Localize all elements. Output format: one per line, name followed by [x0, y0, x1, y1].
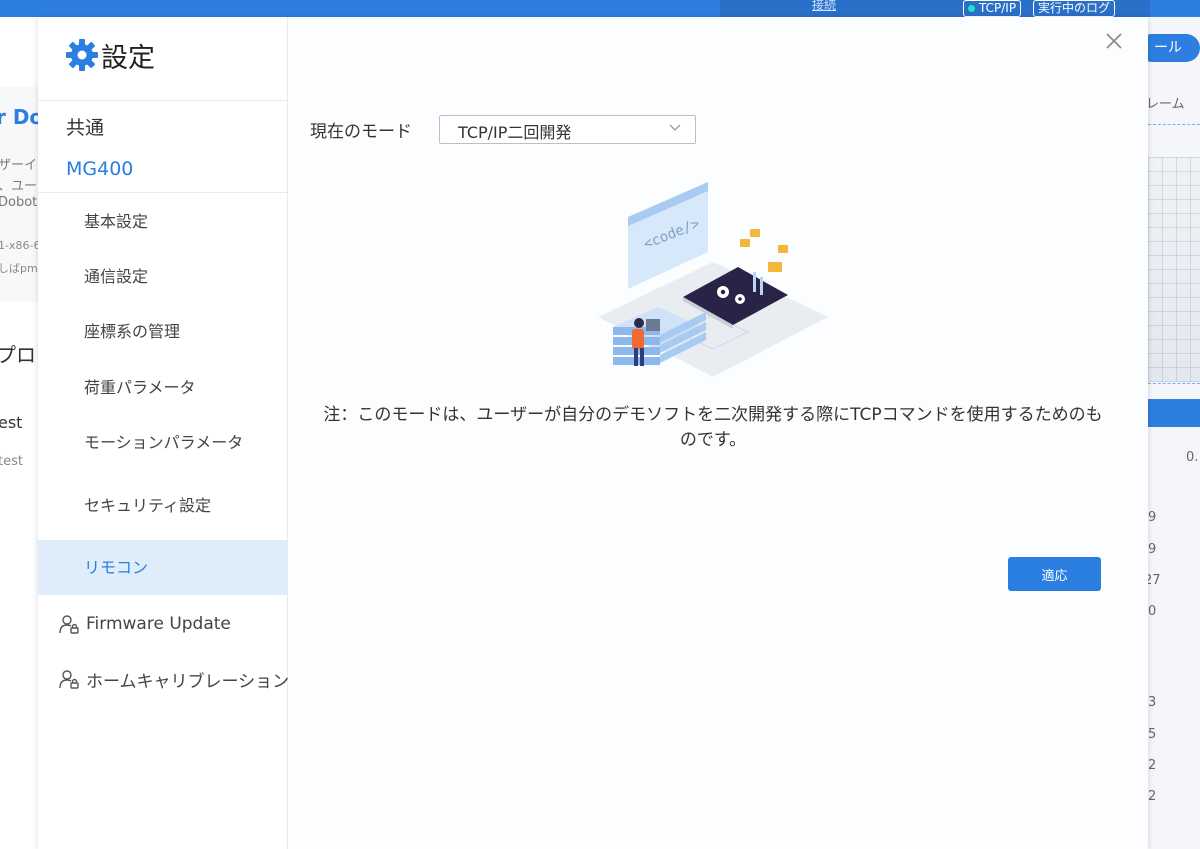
divider: [38, 192, 287, 193]
sidebar-item-label: Firmware Update: [86, 614, 231, 634]
sidebar-item-label: ホームキャリブレーション: [86, 671, 290, 692]
bg-fragment: しばpm@: [0, 262, 38, 275]
sidebar-group-common[interactable]: 共通: [66, 113, 104, 140]
background-dashed-line: [1148, 383, 1200, 384]
status-dot-icon: [968, 5, 975, 12]
background-left-panel: r Do ザーイ 、ユー Dobot 1-x86-6 しばpm@ プロシ est…: [0, 17, 38, 849]
divider: [38, 100, 287, 101]
sidebar-item-coordinate-system[interactable]: 座標系の管理: [38, 304, 287, 359]
gear-icon: [66, 39, 98, 71]
bg-fragment: 1-x86-6: [0, 239, 38, 252]
settings-sidebar: 設定 共通 MG400 基本設定 通信設定 座標系の管理 荷重パラメータ モーシ…: [38, 17, 289, 849]
background-right-panel: ール レーム 0. 9 9 27 0 3 5 2 2: [1148, 17, 1200, 849]
dialog-title: 設定: [101, 42, 155, 74]
mode-select[interactable]: TCP/IP二回開発: [439, 115, 696, 144]
bg-fragment: プロシ: [0, 343, 38, 367]
tcp-status-label: TCP/IP: [979, 1, 1017, 15]
background-3d-grid: [1148, 157, 1200, 382]
bg-fragment: 5: [1148, 727, 1157, 742]
sidebar-item-security-settings[interactable]: セキュリティ設定: [38, 478, 287, 533]
bg-fragment: 、ユー: [0, 179, 38, 194]
background-pill-button[interactable]: ール: [1148, 34, 1200, 62]
sidebar-item-motion-parameters[interactable]: モーションパラメータ: [38, 415, 287, 470]
dialog-title-row: 設定: [65, 35, 155, 75]
bg-fragment: est: [0, 413, 23, 432]
bg-fragment: Dobot: [0, 195, 38, 210]
background-dashed-line: [1148, 124, 1200, 125]
sidebar-item-communication-settings[interactable]: 通信設定: [38, 249, 287, 304]
running-log-button[interactable]: 実行中のログ: [1033, 0, 1116, 17]
current-mode-label: 現在のモード: [310, 122, 412, 142]
user-lock-icon: [59, 670, 79, 689]
bg-fragment: test: [0, 454, 23, 469]
bg-fragment: 27: [1148, 573, 1161, 588]
sidebar-item-basic-settings[interactable]: 基本設定: [38, 194, 287, 249]
tcp-status-chip[interactable]: TCP/IP: [963, 0, 1022, 17]
settings-content: 現在のモード TCP/IP二回開発 <code/> 注：このモードは、ユーザーが…: [288, 17, 1148, 849]
settings-dialog: 設定 共通 MG400 基本設定 通信設定 座標系の管理 荷重パラメータ モーシ…: [38, 17, 1148, 849]
background-topbar: 接続 TCP/IP 実行中のログ: [0, 0, 1200, 17]
user-lock-icon: [59, 615, 79, 634]
bg-fragment: 0.: [1186, 450, 1199, 465]
bg-fragment: 2: [1148, 758, 1157, 773]
background-blue-strip: [1148, 399, 1200, 427]
close-icon[interactable]: [1102, 29, 1126, 53]
sidebar-item-load-parameters[interactable]: 荷重パラメータ: [38, 360, 287, 415]
connect-link[interactable]: 接続: [812, 0, 836, 13]
chevron-down-icon: [669, 124, 681, 131]
sidebar-item-home-calibration[interactable]: ホームキャリブレーション: [58, 664, 289, 694]
bg-fragment: 2: [1148, 789, 1157, 804]
sidebar-item-remote-control[interactable]: リモコン: [38, 540, 287, 595]
bg-fragment: 9: [1148, 542, 1157, 557]
mode-description-note: 注：このモードは、ユーザーが自分のデモソフトを二次開発する際にTCPコマンドを使…: [323, 405, 1103, 450]
bg-fragment: r Do: [0, 105, 38, 129]
mode-select-value: TCP/IP二回開発: [458, 123, 572, 142]
tcp-development-illustration: <code/>: [598, 182, 828, 377]
bg-fragment: 0: [1148, 604, 1157, 619]
sidebar-group-mg400[interactable]: MG400: [66, 158, 133, 180]
bg-fragment: 9: [1148, 510, 1157, 525]
sidebar-item-firmware-update[interactable]: Firmware Update: [58, 609, 231, 639]
bg-fragment: レーム: [1148, 97, 1185, 112]
apply-button[interactable]: 適応: [1008, 557, 1101, 591]
bg-fragment: 3: [1148, 695, 1157, 710]
bg-fragment: ザーイ: [0, 158, 38, 173]
